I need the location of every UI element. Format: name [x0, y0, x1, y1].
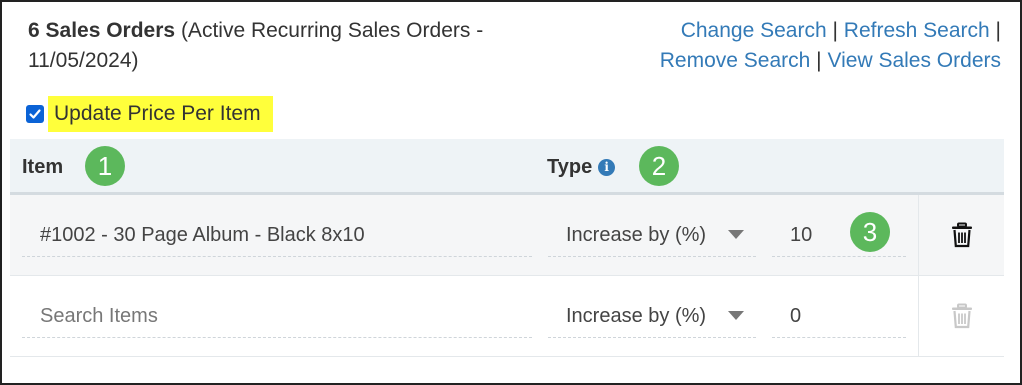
- sales-order-count: 6 Sales Orders: [28, 19, 176, 42]
- sales-order-summary: 6 Sales Orders (Active Recurring Sales O…: [28, 16, 498, 76]
- column-header-item: Item: [22, 139, 63, 195]
- update-price-checkbox[interactable]: [26, 105, 44, 123]
- dropdown-arrow-icon: [728, 311, 744, 320]
- refresh-search-link[interactable]: Refresh Search: [844, 19, 990, 42]
- item-field[interactable]: #1002 - 30 Page Album - Black 8x10: [22, 213, 532, 257]
- column-header-type-label: Type: [547, 155, 593, 178]
- trash-icon[interactable]: [951, 222, 973, 248]
- step-badge-1: 1: [85, 146, 125, 186]
- trash-icon: [951, 303, 973, 329]
- price-update-table: Item 1 Type i 2 #1002 - 30 Page Album - …: [10, 139, 1004, 357]
- table-row: #1002 - 30 Page Album - Black 8x10 Incre…: [10, 195, 1004, 276]
- update-price-option: Update Price Per Item: [26, 96, 273, 132]
- type-select-value: Increase by (%): [566, 224, 707, 246]
- column-header-type: Type i: [547, 139, 616, 195]
- row-actions: [918, 276, 1004, 356]
- table-row: Search Items Increase by (%) 0: [10, 276, 1004, 357]
- info-icon[interactable]: i: [598, 158, 616, 176]
- link-separator: |: [816, 49, 822, 72]
- row-actions: [918, 195, 1004, 275]
- table-header: Item 1 Type i 2: [10, 139, 1004, 195]
- step-badge-2: 2: [639, 146, 679, 186]
- type-select-value: Increase by (%): [566, 305, 707, 327]
- dropdown-arrow-icon: [728, 230, 744, 239]
- change-search-link[interactable]: Change Search: [681, 19, 827, 42]
- search-items-input[interactable]: Search Items: [22, 294, 532, 338]
- search-links: Change Search | Refresh Search | Remove …: [601, 16, 1001, 76]
- link-separator: |: [995, 19, 1001, 42]
- step-badge-3: 3: [850, 212, 890, 252]
- value-field[interactable]: 0: [772, 294, 906, 338]
- column-header-item-label: Item: [22, 155, 64, 178]
- panel-frame: 6 Sales Orders (Active Recurring Sales O…: [0, 0, 1022, 385]
- checkmark-icon: [29, 109, 41, 119]
- type-select[interactable]: Increase by (%): [548, 294, 756, 338]
- remove-search-link[interactable]: Remove Search: [660, 49, 811, 72]
- view-sales-orders-link[interactable]: View Sales Orders: [827, 49, 1001, 72]
- type-select[interactable]: Increase by (%): [548, 213, 756, 257]
- update-price-label[interactable]: Update Price Per Item: [48, 96, 273, 132]
- link-separator: |: [832, 19, 838, 42]
